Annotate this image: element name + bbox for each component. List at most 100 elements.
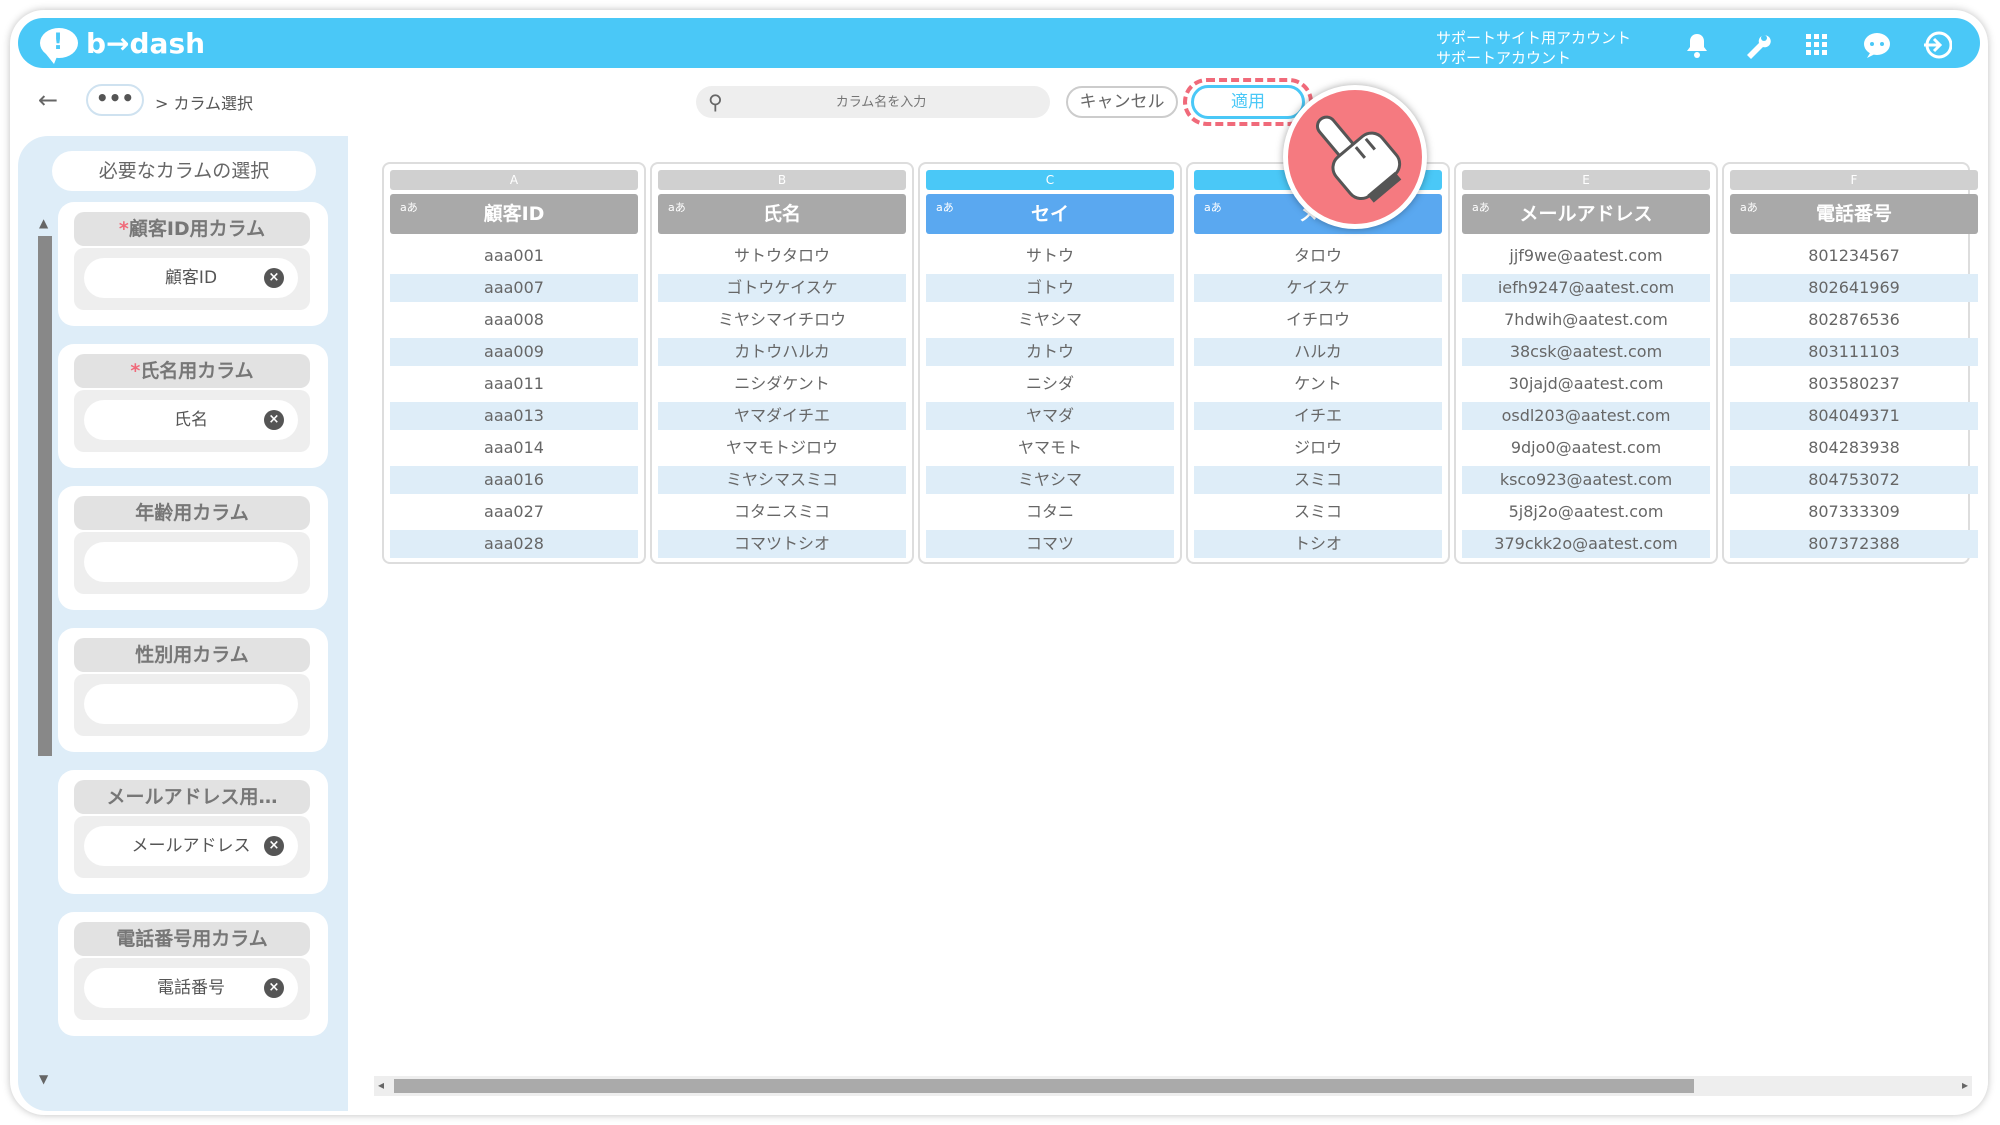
assigned-column-chip[interactable]: メールアドレス × xyxy=(84,826,298,866)
table-cell: スミコ xyxy=(1293,502,1342,521)
cancel-button[interactable]: キャンセル xyxy=(1066,86,1178,118)
data-column[interactable]: Aaあ 顧客ID aaa001 aaa007 aaa008 aaa009 aaa011 aaa… xyxy=(382,162,646,564)
grid-icon[interactable] xyxy=(1802,30,1832,60)
table-cell: 803580237 xyxy=(1808,374,1900,393)
required-card-customer-id: *顧客ID用カラム 顧客ID × xyxy=(58,202,328,326)
table-cell: 7hdwih@aatest.com xyxy=(1504,310,1668,329)
text-type-icon: aあ xyxy=(1204,201,1222,214)
sub-toolbar: ← ••• > カラム選択 ⚲ キャンセル 適用 xyxy=(10,70,1988,130)
table-cell: aaa016 xyxy=(390,466,638,494)
table-cell: 30jajd@aatest.com xyxy=(1508,374,1664,393)
data-column[interactable]: Caあ セイ サトウ ゴトウ ミヤシマ カトウ ニシダ ヤマダ ヤマモト ミヤシマ コタニ コマツ xyxy=(918,162,1182,564)
table-cell: イチロウ xyxy=(1285,310,1350,329)
account-line2: サポートアカウント xyxy=(1436,49,1572,67)
table-cell: コタニ xyxy=(1025,502,1074,521)
card-label: *氏名用カラム xyxy=(74,354,310,388)
table-cell: jjf9we@aatest.com xyxy=(1509,246,1663,265)
drop-slot[interactable]: 氏名 × xyxy=(74,390,310,452)
required-mark: * xyxy=(130,360,141,382)
table-cell: ハルカ xyxy=(1194,338,1442,366)
required-mark: * xyxy=(118,218,129,240)
scroll-left-icon[interactable]: ◂ xyxy=(378,1078,384,1092)
table-cell: aaa007 xyxy=(390,274,638,302)
table-cell: ヤマモト xyxy=(1017,438,1082,457)
table-cell: 802641969 xyxy=(1730,274,1978,302)
left-scrollbar[interactable]: ▲ ▼ xyxy=(34,216,52,1096)
drop-slot[interactable] xyxy=(74,532,310,594)
assigned-column-chip[interactable]: 電話番号 × xyxy=(84,968,298,1008)
column-name: 氏名 xyxy=(762,203,801,225)
scroll-down-icon[interactable]: ▼ xyxy=(39,1072,48,1086)
column-search[interactable]: ⚲ xyxy=(696,86,1050,118)
table-cell: ミヤシマイチロウ xyxy=(717,310,846,329)
optional-card-phone: 電話番号用カラム 電話番号 × xyxy=(58,912,328,1036)
search-input[interactable] xyxy=(736,92,1026,112)
table-cell: 9djo0@aatest.com xyxy=(1510,438,1662,457)
table-cell: ゴトウ xyxy=(926,274,1174,302)
table-cell: aaa008 xyxy=(484,310,544,329)
breadcrumb: > カラム選択 xyxy=(155,94,254,113)
column-header[interactable]: aあ 顧客ID xyxy=(390,194,638,234)
drop-slot[interactable]: 顧客ID × xyxy=(74,248,310,310)
table-cell: ksco923@aatest.com xyxy=(1462,466,1710,494)
column-letter: B xyxy=(658,170,906,190)
column-letter: E xyxy=(1462,170,1710,190)
assigned-column-chip[interactable]: 顧客ID × xyxy=(84,258,298,298)
back-arrow-icon[interactable]: ← xyxy=(38,86,58,114)
scroll-right-icon[interactable]: ▸ xyxy=(1962,1078,1968,1092)
empty-chip[interactable] xyxy=(84,684,298,724)
column-letter: A xyxy=(390,170,638,190)
table-cell: 802876536 xyxy=(1808,310,1900,329)
bell-icon[interactable] xyxy=(1682,30,1712,60)
table-cell: ニシダ xyxy=(1025,374,1074,393)
column-header[interactable]: aあ メールアドレス xyxy=(1462,194,1710,234)
column-header[interactable]: aあ セイ xyxy=(926,194,1174,234)
column-header[interactable]: aあ 氏名 xyxy=(658,194,906,234)
table-cell: ゴトウケイスケ xyxy=(658,274,906,302)
table-cell: aaa011 xyxy=(484,374,544,393)
pointing-hand-icon xyxy=(1283,85,1427,229)
table-cell: ミヤシマ xyxy=(1017,310,1082,329)
table-cell: コマツトシオ xyxy=(658,530,906,558)
remove-icon[interactable]: × xyxy=(264,268,284,288)
drop-slot[interactable]: メールアドレス × xyxy=(74,816,310,878)
table-cell: 804049371 xyxy=(1730,402,1978,430)
table-cell: ニシダケント xyxy=(734,374,830,393)
card-label: メールアドレス用… xyxy=(74,780,310,814)
column-header[interactable]: aあ 電話番号 xyxy=(1730,194,1978,234)
data-column[interactable]: Baあ 氏名 サトウタロウ ゴトウケイスケ ミヤシマイチロウ カトウハルカ ニシダケント ヤマ… xyxy=(650,162,914,564)
data-column[interactable]: Faあ 電話番号 801234567 802641969 802876536 803111… xyxy=(1722,162,1978,564)
table-cell: 803111103 xyxy=(1730,338,1978,366)
remove-icon[interactable]: × xyxy=(264,836,284,856)
scroll-thumb[interactable] xyxy=(394,1079,1694,1093)
breadcrumb-more-button[interactable]: ••• xyxy=(86,84,144,116)
table-cell: トシオ xyxy=(1194,530,1442,558)
table-cell: aaa001 xyxy=(484,246,544,265)
column-name: メールアドレス xyxy=(1519,203,1653,225)
empty-chip[interactable] xyxy=(84,542,298,582)
account-info[interactable]: サポートサイト用アカウント サポートアカウント xyxy=(1436,28,1631,68)
scroll-thumb[interactable] xyxy=(38,236,52,756)
logout-icon[interactable] xyxy=(1922,30,1952,60)
assigned-column-chip[interactable]: 氏名 × xyxy=(84,400,298,440)
data-column[interactable]: Eaあ メールアドレス jjf9we@aatest.com iefh9247@aate… xyxy=(1454,162,1718,564)
table-cell: サトウタロウ xyxy=(733,246,830,265)
remove-icon[interactable]: × xyxy=(264,978,284,998)
table-cell: 379ckk2o@aatest.com xyxy=(1462,530,1710,558)
wrench-icon[interactable] xyxy=(1742,30,1772,60)
table-cell: ミヤシマ xyxy=(926,466,1174,494)
search-icon: ⚲ xyxy=(708,90,723,114)
remove-icon[interactable]: × xyxy=(264,410,284,430)
table-cell: イチエ xyxy=(1194,402,1442,430)
table-cell: 801234567 xyxy=(1808,246,1900,265)
table-cell: スミコ xyxy=(1194,466,1442,494)
scroll-up-icon[interactable]: ▲ xyxy=(39,216,48,230)
drop-slot[interactable]: 電話番号 × xyxy=(74,958,310,1020)
app-window: ! b→dash サポートサイト用アカウント サポートアカウント ← ••• >… xyxy=(10,10,1988,1115)
drop-slot[interactable] xyxy=(74,674,310,736)
app-logo[interactable]: ! b→dash xyxy=(40,26,205,64)
column-requirements-panel: 必要なカラムの選択 ▲ ▼ *顧客ID用カラム 顧客ID × *氏名用カラム 氏名… xyxy=(18,136,348,1111)
chat-bot-icon[interactable] xyxy=(1862,30,1892,60)
horizontal-scrollbar[interactable]: ◂ ▸ xyxy=(374,1076,1972,1096)
card-label: 性別用カラム xyxy=(74,638,310,672)
